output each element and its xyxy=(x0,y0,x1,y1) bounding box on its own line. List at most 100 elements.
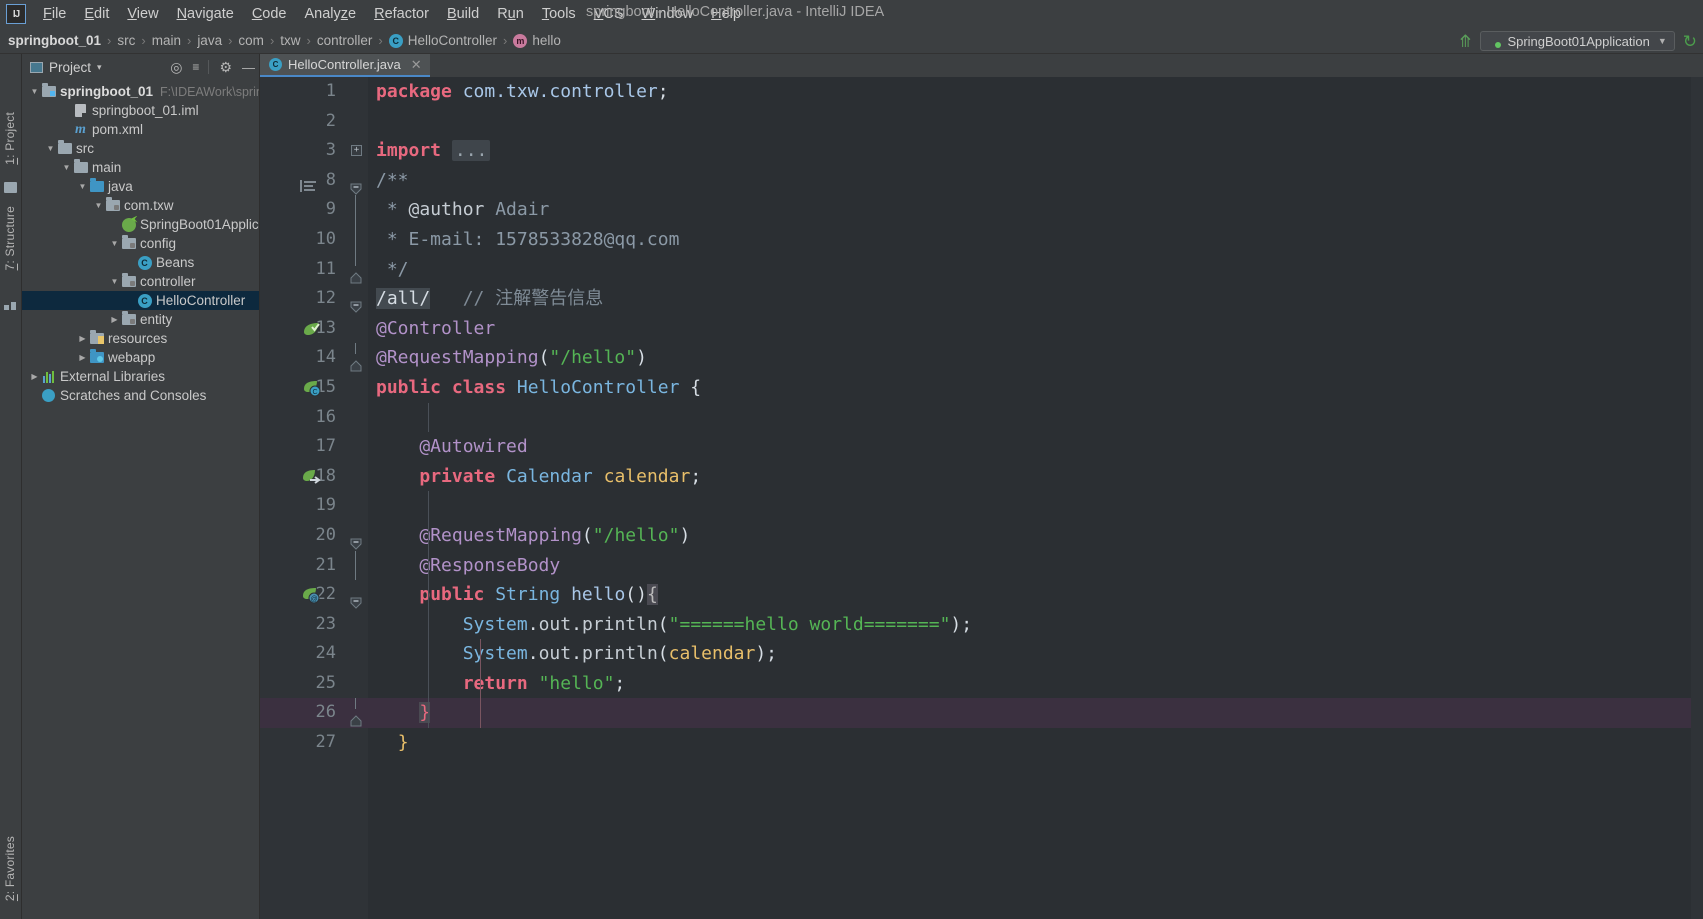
line-number-gutter[interactable]: 1 2 3 8 9 10 11 12 13 14 15 C 16 17 18 19 20 21 22 @23 24 25 2… xyxy=(260,77,346,919)
tree-item-main[interactable]: ▼ main xyxy=(22,158,259,177)
fold-collapse-icon[interactable] xyxy=(350,589,362,609)
menu-item-navigate[interactable]: Navigate xyxy=(168,3,243,25)
menu-item-run[interactable]: Run xyxy=(488,3,533,25)
spring-bean-icon[interactable] xyxy=(302,320,320,338)
tree-expand-arrow-icon[interactable]: ▼ xyxy=(108,277,121,286)
breadcrumb-item-java[interactable]: java xyxy=(197,33,222,48)
spring-class-gutter-icon[interactable]: C xyxy=(302,379,321,397)
breadcrumb-item-txw[interactable]: txw xyxy=(280,33,300,48)
code-line[interactable]: /** xyxy=(368,166,1691,196)
code-line[interactable]: import ... xyxy=(368,136,1691,166)
code-line[interactable]: /all/ // 注解警告信息 xyxy=(368,284,1691,314)
tree-item-beans[interactable]: C Beans xyxy=(22,253,259,272)
code-line[interactable]: * E-mail: 1578533828@qq.com xyxy=(368,225,1691,255)
code-line[interactable]: @Autowired xyxy=(368,432,1691,462)
tree-expand-arrow-icon[interactable]: ▼ xyxy=(108,239,121,248)
breadcrumb-item-controller[interactable]: controller xyxy=(317,33,373,48)
tool-window-button-structure[interactable]: 7: Structure xyxy=(3,206,17,270)
fold-collapse-icon[interactable] xyxy=(350,293,362,313)
breadcrumb-item-main[interactable]: main xyxy=(152,33,181,48)
close-icon[interactable]: ✕ xyxy=(411,57,422,73)
code-line[interactable]: } xyxy=(368,698,1691,729)
tree-expand-arrow-icon[interactable]: ▼ xyxy=(28,87,41,96)
menu-item-build[interactable]: Build xyxy=(438,3,488,25)
fold-collapse-icon[interactable] xyxy=(350,530,362,550)
breadcrumb-item-src[interactable]: src xyxy=(117,33,135,48)
tree-expand-arrow-icon[interactable]: ▼ xyxy=(44,144,57,153)
code-line[interactable] xyxy=(368,491,1691,521)
code-editor[interactable]: 1 2 3 8 9 10 11 12 13 14 15 C 16 17 18 19 20 21 22 @23 24 25 2… xyxy=(260,77,1703,919)
hide-icon[interactable]: — xyxy=(242,61,255,74)
collapse-all-icon[interactable]: ≡ xyxy=(192,61,199,73)
menu-item-edit[interactable]: Edit xyxy=(75,3,118,25)
code-line[interactable]: @RequestMapping("/hello") xyxy=(368,521,1691,551)
tree-collapse-arrow-icon[interactable]: ▶ xyxy=(108,315,121,324)
reload-icon[interactable]: ↻ xyxy=(1683,33,1697,50)
menu-item-tools[interactable]: Tools xyxy=(533,3,585,25)
code-line[interactable]: public String hello(){ xyxy=(368,580,1691,610)
code-folding-gutter[interactable]: + xyxy=(346,77,368,919)
code-line[interactable]: @ResponseBody xyxy=(368,551,1691,581)
menu-item-code[interactable]: Code xyxy=(243,3,296,25)
fold-expand-icon[interactable]: + xyxy=(351,145,362,157)
code-line[interactable]: * @author Adair xyxy=(368,195,1691,225)
breadcrumb-item-springboot-01[interactable]: springboot_01 xyxy=(8,33,101,48)
fold-region-end-icon[interactable] xyxy=(350,707,362,727)
tree-item-springboot-01-iml[interactable]: springboot_01.iml xyxy=(22,101,259,120)
code-line[interactable]: return "hello"; xyxy=(368,669,1691,699)
fold-region-end-icon[interactable] xyxy=(350,264,362,284)
tree-expand-arrow-icon[interactable]: ▼ xyxy=(76,182,89,191)
tree-item-springboot01application[interactable]: SpringBoot01Application xyxy=(22,215,259,234)
tree-item-pom-xml[interactable]: m pom.xml xyxy=(22,120,259,139)
tool-window-button-project[interactable]: 1: Project xyxy=(3,112,17,165)
code-line[interactable] xyxy=(368,107,1691,137)
tool-window-button-favorites[interactable]: 2: Favorites xyxy=(3,836,17,901)
tree-item-controller[interactable]: ▼ controller xyxy=(22,272,259,291)
spring-autowire-icon[interactable] xyxy=(302,468,321,486)
run-configuration-selector[interactable]: SpringBoot01Application ▼ xyxy=(1480,31,1675,51)
code-line[interactable]: @RequestMapping("/hello") xyxy=(368,343,1691,373)
tree-expand-arrow-icon[interactable]: ▼ xyxy=(60,163,73,172)
spring-mapping-icon[interactable]: @ xyxy=(302,586,320,604)
fold-collapse-icon[interactable] xyxy=(350,175,362,195)
code-line[interactable]: */ xyxy=(368,255,1691,285)
tree-item-resources[interactable]: ▶ resources xyxy=(22,329,259,348)
tree-item-java[interactable]: ▼ java xyxy=(22,177,259,196)
code-line[interactable]: System.out.println(calendar); xyxy=(368,639,1691,669)
code-line[interactable]: } xyxy=(368,728,1691,758)
tree-item-src[interactable]: ▼ src xyxy=(22,139,259,158)
code-line[interactable]: public class HelloController { xyxy=(368,373,1691,403)
tree-collapse-arrow-icon[interactable]: ▶ xyxy=(76,334,89,343)
fold-region-end-icon[interactable] xyxy=(350,352,362,372)
arrow-up-icon[interactable]: ⤊ xyxy=(1458,33,1472,50)
code-line[interactable]: @Controller xyxy=(368,314,1691,344)
breadcrumb-item-hello[interactable]: m hello xyxy=(513,33,561,48)
tree-item-scratches-and-consoles[interactable]: Scratches and Consoles xyxy=(22,386,259,405)
code-line[interactable]: System.out.println("======hello world===… xyxy=(368,610,1691,640)
menu-item-file[interactable]: File xyxy=(34,3,75,25)
project-tree[interactable]: ▼ springboot_01 F:\IDEAWork\springboot_01s… xyxy=(22,80,259,919)
tree-item-external-libraries[interactable]: ▶ External Libraries xyxy=(22,367,259,386)
tree-item-webapp[interactable]: ▶ webapp xyxy=(22,348,259,367)
tree-item-com-txw[interactable]: ▼ com.txw xyxy=(22,196,259,215)
code-content[interactable]: package com.txw.controller; import ... /*… xyxy=(368,77,1691,919)
breadcrumb-item-hellocontroller[interactable]: C HelloController xyxy=(388,33,497,48)
tree-item-entity[interactable]: ▶ entity xyxy=(22,310,259,329)
menu-item-analyze[interactable]: Analyze xyxy=(296,3,366,25)
settings-gear-icon[interactable]: ⚙ xyxy=(219,60,232,74)
locate-icon[interactable]: ◎ xyxy=(170,60,182,74)
breadcrumb-item-com[interactable]: com xyxy=(238,33,264,48)
tree-collapse-arrow-icon[interactable]: ▶ xyxy=(28,372,41,381)
tree-collapse-arrow-icon[interactable]: ▶ xyxy=(76,353,89,362)
error-marker-strip[interactable] xyxy=(1691,77,1703,919)
code-line[interactable]: private Calendar calendar; xyxy=(368,462,1691,492)
tree-item-springboot-01[interactable]: ▼ springboot_01 F:\IDEAWork\springboot_01 xyxy=(22,82,259,101)
code-line[interactable]: package com.txw.controller; xyxy=(368,77,1691,107)
menu-item-refactor[interactable]: Refactor xyxy=(365,3,438,25)
tree-item-hellocontroller[interactable]: C HelloController xyxy=(22,291,259,310)
tree-expand-arrow-icon[interactable]: ▼ xyxy=(92,201,105,210)
chevron-down-icon[interactable]: ▾ xyxy=(97,62,102,73)
menu-item-view[interactable]: View xyxy=(118,3,167,25)
editor-tab-hellocontroller[interactable]: C HelloController.java ✕ xyxy=(260,54,430,77)
code-line[interactable] xyxy=(368,403,1691,433)
